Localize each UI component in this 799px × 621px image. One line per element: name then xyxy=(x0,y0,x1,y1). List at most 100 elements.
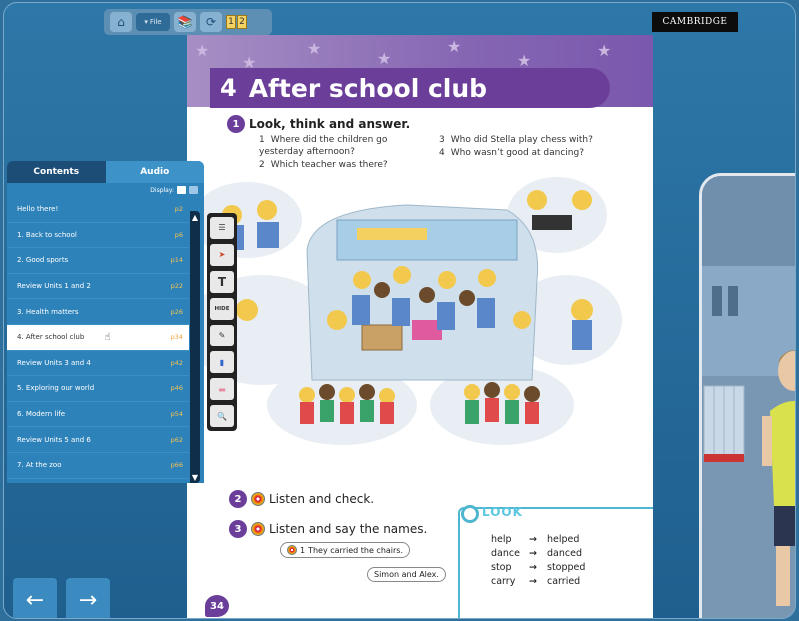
books-button[interactable]: 📚 xyxy=(174,12,196,32)
bubble-text: Simon and Alex. xyxy=(374,570,439,579)
page-view-1[interactable]: 1 xyxy=(226,15,236,29)
star-decoration: ★ xyxy=(377,49,392,68)
look-row: dance → danced xyxy=(491,548,582,559)
toc-item[interactable]: 2. Good sports p14 xyxy=(7,248,189,274)
home-button[interactable]: ⌂ xyxy=(110,12,132,32)
bubble-number: 1 xyxy=(300,545,306,555)
list-view-icon[interactable] xyxy=(177,186,186,194)
star-decoration: ★ xyxy=(597,41,612,60)
exercise-title: Listen and check. xyxy=(269,492,375,506)
toc-item[interactable]: Review Units 5 and 6 p62 xyxy=(7,427,189,453)
star-decoration: ★ xyxy=(195,41,210,60)
toc-item-label: Hello there! xyxy=(17,205,59,214)
toc-item-page: p54 xyxy=(170,410,183,419)
audio-cd-icon[interactable] xyxy=(251,522,265,536)
exercise-number-badge: 2 xyxy=(229,490,247,508)
page-view-toggle[interactable]: 1 2 xyxy=(226,15,247,29)
highlighter-tool-button[interactable]: ▮ xyxy=(210,351,234,374)
audio-cd-icon[interactable] xyxy=(251,492,265,506)
book-page: ★ ★ ★ ★ ★ ★ ★ 4 After school club 1 Look… xyxy=(187,35,653,618)
eraser-icon: ▬ xyxy=(218,384,226,394)
tab-audio[interactable]: Audio xyxy=(105,161,204,183)
contents-scrollbar[interactable]: ▲ ▼ xyxy=(190,211,200,483)
refresh-icon: ⟳ xyxy=(205,15,217,29)
dropdown-arrow-icon: ▾ xyxy=(144,18,148,26)
file-label: File xyxy=(149,18,162,26)
page-view-2[interactable]: 2 xyxy=(237,15,247,29)
pen-tool-button[interactable]: ✎ xyxy=(210,324,234,347)
unit-title: After school club xyxy=(248,73,488,103)
home-icon: ⌂ xyxy=(117,15,125,29)
look-label: LOOK xyxy=(482,505,523,519)
pointer-tool-button[interactable]: ➤ xyxy=(210,243,234,266)
speech-bubble-1: 1 They carried the chairs. xyxy=(280,542,411,558)
prev-page-button[interactable]: ← xyxy=(13,578,57,618)
arrow-left-icon: ← xyxy=(25,587,45,613)
arrow-right-icon: → xyxy=(78,587,98,613)
toc-item[interactable]: 5. Exploring our world p46 xyxy=(7,376,189,402)
look-row: help → helped xyxy=(491,534,580,545)
video-frame-illustration xyxy=(702,176,795,618)
toc-item-page: p34 xyxy=(170,333,183,342)
toc-item-page: p26 xyxy=(170,307,183,316)
speech-bubble-2: Simon and Alex. xyxy=(367,567,446,582)
toc-item-page: p62 xyxy=(170,435,183,444)
toc-item[interactable]: 6. Modern life p54 xyxy=(7,401,189,428)
table-of-contents: Hello there! p2 1. Back to school p6 2. Good… xyxy=(7,197,189,479)
star-decoration: ★ xyxy=(307,39,322,58)
toc-item[interactable]: 1. Back to school p6 xyxy=(7,222,189,249)
grid-view-icon[interactable] xyxy=(189,186,198,194)
toc-item-label: 3. Health matters xyxy=(17,307,79,316)
zoom-tool-button[interactable]: 🔍 xyxy=(210,405,234,427)
toc-item[interactable]: Review Units 1 and 2 p22 xyxy=(7,273,189,300)
question-4: 4 Who wasn’t good at dancing? xyxy=(439,148,585,158)
question-3: 3 Who did Stella play chess with? xyxy=(439,135,593,145)
hide-tool-button[interactable]: HIDE xyxy=(210,297,234,320)
toc-item-label: Review Units 5 and 6 xyxy=(17,435,91,444)
exercise-2-heading: 2 Listen and check. xyxy=(229,490,374,508)
cambridge-logo: CAMBRIDGE xyxy=(652,12,738,32)
text-tool-button[interactable]: T xyxy=(210,270,234,293)
toc-item-label: 5. Exploring our world xyxy=(17,384,95,393)
next-page-button[interactable]: → xyxy=(66,578,110,618)
exercise-number-badge: 1 xyxy=(227,115,245,133)
unit-heading: 4 After school club xyxy=(210,68,610,108)
toc-item-page: p46 xyxy=(170,384,183,393)
video-panel[interactable] xyxy=(699,173,795,618)
scroll-up-icon[interactable]: ▲ xyxy=(190,211,200,223)
hide-label: HIDE xyxy=(214,305,230,312)
look-row: carry → carried xyxy=(491,576,581,587)
display-options: Display: xyxy=(7,183,204,197)
magnifier-icon xyxy=(461,505,479,523)
tab-contents[interactable]: Contents xyxy=(7,161,106,183)
toc-item-label: Review Units 1 and 2 xyxy=(17,282,91,291)
pointer-icon: ➤ xyxy=(218,250,226,260)
toc-item-label: 1. Back to school xyxy=(17,230,77,239)
scroll-down-icon[interactable]: ▼ xyxy=(190,471,200,483)
toc-item-page: p14 xyxy=(170,256,183,265)
notes-tool-button[interactable]: ☰ xyxy=(210,217,234,239)
toc-item[interactable]: Hello there! p2 xyxy=(7,197,189,223)
books-icon: 📚 xyxy=(177,15,193,29)
top-toolbar: ⌂ ▾ File 📚 ⟳ 1 2 xyxy=(104,9,272,35)
contents-panel: Contents Audio Display: Hello there! p2 1.… xyxy=(7,161,204,483)
viewer-frame: ⌂ ▾ File 📚 ⟳ 1 2 CAMBRIDGE ★ ★ ★ ★ ★ ★ ★… xyxy=(3,2,796,619)
exercise-title: Listen and say the names. xyxy=(269,522,428,536)
highlighter-icon: ▮ xyxy=(219,357,225,367)
hand-cursor-icon: ☝ xyxy=(104,331,111,343)
toc-item[interactable]: 7. At the zoo p66 xyxy=(7,452,189,479)
exercise-3-heading: 3 Listen and say the names. xyxy=(229,520,427,538)
zoom-icon: 🔍 xyxy=(217,411,227,421)
toc-item[interactable]: 3. Health matters p26 xyxy=(7,299,189,325)
star-decoration: ★ xyxy=(447,37,462,56)
notes-icon: ☰ xyxy=(218,223,226,233)
file-menu-button[interactable]: ▾ File xyxy=(136,13,170,31)
toc-item-page: p6 xyxy=(174,230,183,239)
refresh-button[interactable]: ⟳ xyxy=(200,12,222,32)
toc-item-page: p22 xyxy=(170,282,183,291)
audio-cd-icon[interactable] xyxy=(287,545,297,555)
toc-item[interactable]: 4. After school club ☝ p34 xyxy=(7,324,189,351)
question-1: 1 Where did the children go yesterday aft… xyxy=(259,135,388,157)
toc-item[interactable]: Review Units 3 and 4 p42 xyxy=(7,350,189,377)
eraser-tool-button[interactable]: ▬ xyxy=(210,378,234,401)
